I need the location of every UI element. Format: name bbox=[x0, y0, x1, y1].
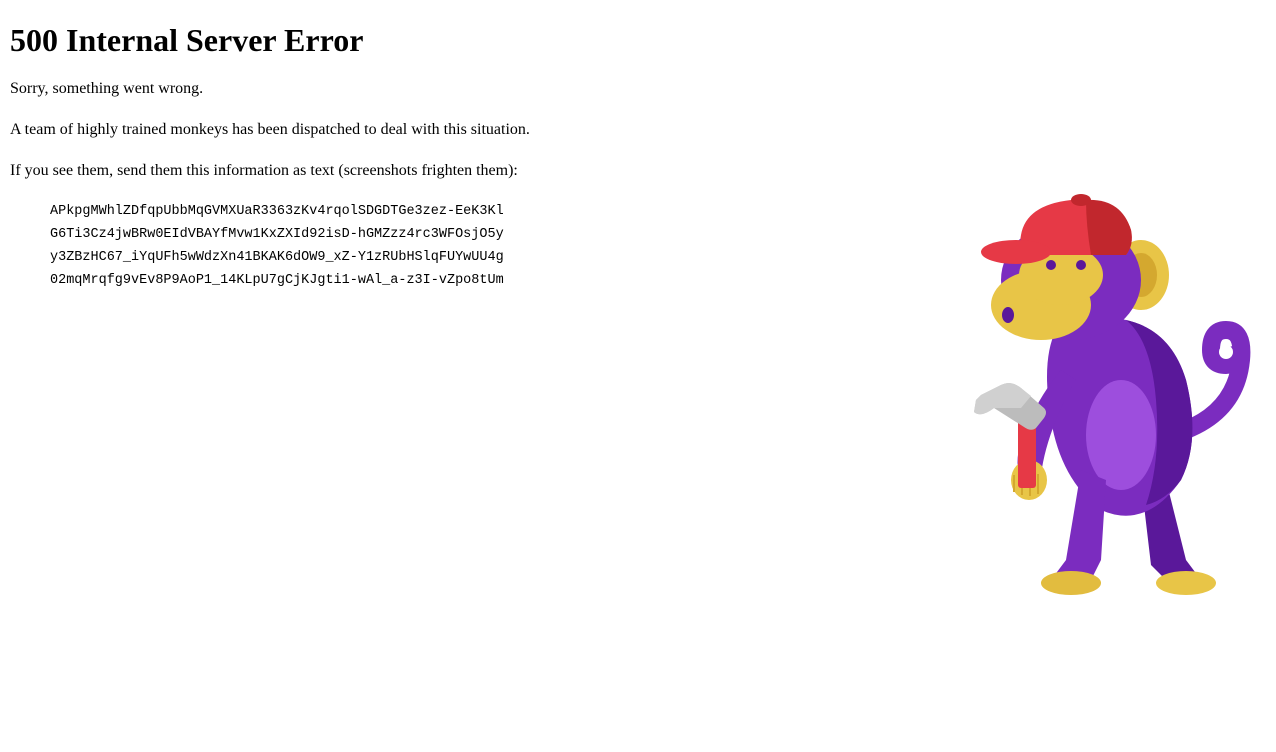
error-message-1: Sorry, something went wrong. bbox=[10, 79, 1266, 100]
error-message-3: If you see them, send them this informat… bbox=[10, 161, 1266, 182]
error-message-2: A team of highly trained monkeys has bee… bbox=[10, 120, 1266, 141]
error-heading: 500 Internal Server Error bbox=[10, 22, 1266, 59]
monkey-illustration bbox=[926, 180, 1256, 620]
